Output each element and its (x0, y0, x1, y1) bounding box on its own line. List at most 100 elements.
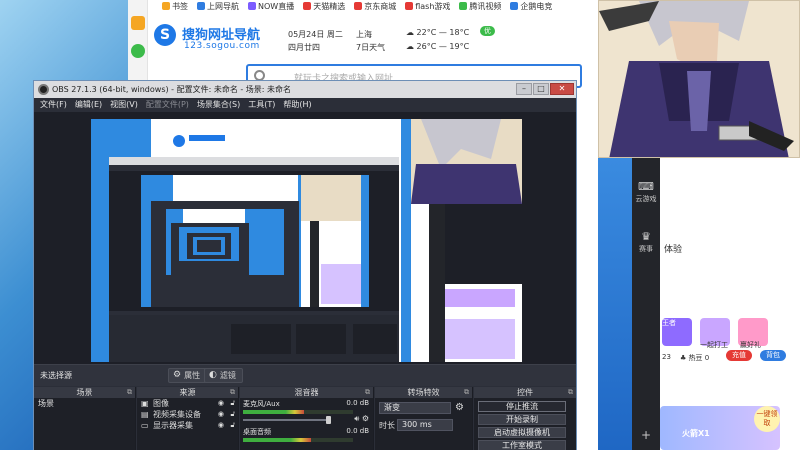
obs-logo-icon (38, 84, 49, 95)
rail-item-events[interactable]: ♛ 赛事 (632, 230, 660, 254)
menu-profile[interactable]: 配置文件(P) (146, 98, 189, 112)
promo-caption: 赢好礼 (740, 341, 761, 349)
fader-knob[interactable] (326, 416, 331, 424)
preview-area[interactable] (34, 112, 576, 364)
weather-link[interactable]: 7日天气 (356, 41, 385, 54)
recharge-button[interactable]: 充值 (726, 350, 752, 361)
claim-badge[interactable]: 一键领取 (754, 406, 780, 432)
volume-fader[interactable] (243, 416, 331, 424)
menu-view[interactable]: 视图(V) (110, 98, 138, 112)
air-quality-badge: 优 (480, 26, 495, 36)
sources-dock: 来源 ⧉ ▣ 图像 ◉ 🔓︎ ▤ 视频采集设备 ◉ 🔓︎ ▭ 显示器采集 ◉ 🔓… (137, 387, 239, 450)
city-widget[interactable]: 上海 7日天气 (356, 28, 385, 54)
bookmark-item[interactable]: 书签 (162, 1, 188, 12)
bookmark-label: NOW直播 (258, 1, 295, 11)
desktop-wallpaper-strip (598, 158, 632, 450)
lock-icon[interactable]: 🔓︎ (230, 409, 235, 420)
rail-label: 云游戏 (635, 195, 657, 203)
source-item[interactable]: ▣ 图像 ◉ 🔓︎ (137, 398, 238, 409)
source-item[interactable]: ▤ 视频采集设备 ◉ 🔓︎ (137, 409, 238, 420)
undock-icon[interactable]: ⧉ (568, 387, 573, 398)
visibility-eye-icon[interactable]: ◉ (218, 398, 224, 409)
bookmark-item[interactable]: 京东商城 (354, 1, 396, 12)
bookmark-label: 京东商城 (364, 1, 397, 11)
visibility-eye-icon[interactable]: ◉ (218, 409, 224, 420)
bookmark-item[interactable]: 腾讯视频 (459, 1, 501, 12)
date-widget: 05月24日 周二 四月廿四 (288, 28, 343, 54)
undock-icon[interactable]: ⧉ (127, 387, 132, 398)
sources-list: ▣ 图像 ◉ 🔓︎ ▤ 视频采集设备 ◉ 🔓︎ ▭ 显示器采集 ◉ 🔓︎ (137, 398, 238, 450)
bookmark-item[interactable]: 上网导航 (197, 1, 239, 12)
source-name: 图像 (153, 399, 169, 408)
minimize-button[interactable]: – (516, 83, 532, 95)
scene-item[interactable]: 场景 (34, 398, 135, 409)
menu-edit[interactable]: 编辑(E) (75, 98, 102, 112)
promo-caption: 一起打工 (700, 341, 728, 349)
start-virtual-camera-button[interactable]: 启动虚拟摄像机 (478, 427, 566, 438)
scenes-list: 场景 (34, 398, 135, 450)
bookmark-icon (354, 2, 363, 10)
trophy-icon: ♛ (641, 230, 651, 243)
menu-bar: 文件(F) 编辑(E) 视图(V) 配置文件(P) 场景集合(S) 工具(T) … (34, 98, 576, 112)
bookmark-item[interactable]: NOW直播 (248, 1, 294, 12)
menu-file[interactable]: 文件(F) (40, 98, 67, 112)
favorites-icon[interactable] (131, 16, 145, 30)
sogou-logo-icon[interactable]: S (154, 24, 176, 46)
bookmark-item[interactable]: 企鹅电竞 (510, 1, 552, 12)
gear-icon: ⚙ (173, 370, 182, 380)
game-client-panel: ⌨ 云游戏 ♛ 赛事 + 体验 王者 一起打工 赢好礼 23 ♣ 热豆 0 充值… (598, 158, 800, 450)
stats-left: 23 (662, 353, 671, 361)
bookmark-icon (510, 2, 519, 10)
menu-help[interactable]: 帮助(H) (283, 98, 311, 112)
app-content: 体验 王者 一起打工 赢好礼 23 ♣ 热豆 0 充值 背包 火箭X1 一键领取 (660, 158, 800, 450)
anime-character-picture (598, 0, 800, 158)
visibility-eye-icon[interactable]: ◉ (218, 420, 224, 431)
source-item[interactable]: ▭ 显示器采集 ◉ 🔓︎ (137, 420, 238, 431)
bookmark-icon (303, 2, 312, 10)
close-button[interactable]: ✕ (550, 83, 574, 95)
studio-mode-button[interactable]: 工作室模式 (478, 440, 566, 450)
bookmark-item[interactable]: 天猫精选 (303, 1, 345, 12)
lock-icon[interactable]: 🔓︎ (230, 398, 235, 409)
gear-icon[interactable]: ⚙ (455, 402, 464, 413)
speaker-icon[interactable]: 🔊︎ (354, 414, 359, 423)
bookmark-icon (197, 2, 205, 10)
controls-dock: 控件 ⧉ 停止推流 开始录制 启动虚拟摄像机 工作室模式 (474, 387, 576, 450)
transition-select[interactable]: 渐变 (379, 402, 451, 414)
undock-icon[interactable]: ⧉ (230, 387, 235, 398)
bookmark-label: 天猫精选 (313, 1, 346, 11)
dock-title: 来源 (179, 388, 196, 397)
mixer-controls: 🔊︎ ⚙ (354, 414, 369, 424)
bookmark-item[interactable]: flash游戏 (405, 1, 450, 12)
promo-banner[interactable]: 火箭X1 一键领取 (660, 406, 780, 450)
dock-title: 控件 (517, 388, 533, 397)
filters-label: 滤镜 (219, 371, 236, 380)
stop-streaming-button[interactable]: 停止推流 (478, 401, 566, 412)
bookmark-label: 腾讯视频 (469, 1, 502, 11)
properties-button[interactable]: ⚙ 属性 (168, 368, 208, 383)
bookmark-label: 上网导航 (207, 1, 239, 11)
preview-canvas[interactable] (91, 119, 522, 362)
properties-label: 属性 (184, 371, 201, 380)
maximize-button[interactable]: □ (533, 83, 549, 95)
undock-icon[interactable]: ⧉ (464, 387, 469, 398)
menu-tools[interactable]: 工具(T) (248, 98, 275, 112)
wechat-icon[interactable] (131, 44, 145, 58)
obs-titlebar[interactable]: OBS 27.1.3 (64-bit, windows) - 配置文件: 未命名… (34, 81, 576, 98)
mixer-channel-db: 0.0 dB (346, 427, 369, 435)
backpack-button[interactable]: 背包 (760, 350, 786, 361)
controls-body: 停止推流 开始录制 启动虚拟摄像机 工作室模式 (474, 398, 576, 450)
beans-count: ♣ 热豆 0 (680, 354, 710, 362)
rail-item-cloud-games[interactable]: ⌨ 云游戏 (632, 180, 660, 204)
start-recording-button[interactable]: 开始录制 (478, 414, 566, 425)
monitor-icon: ▭ (141, 421, 149, 430)
add-icon[interactable]: + (632, 428, 660, 442)
filters-button[interactable]: ◐ 滤镜 (204, 368, 243, 383)
menu-scene-collection[interactable]: 场景集合(S) (197, 98, 240, 112)
duration-input[interactable]: 300 ms (397, 419, 453, 431)
app-rail: ⌨ 云游戏 ♛ 赛事 + (632, 158, 660, 450)
lock-icon[interactable]: 🔓︎ (230, 420, 235, 431)
undock-icon[interactable]: ⧉ (365, 387, 370, 398)
camera-icon: ▤ (141, 410, 149, 419)
gear-icon[interactable]: ⚙ (362, 414, 369, 423)
